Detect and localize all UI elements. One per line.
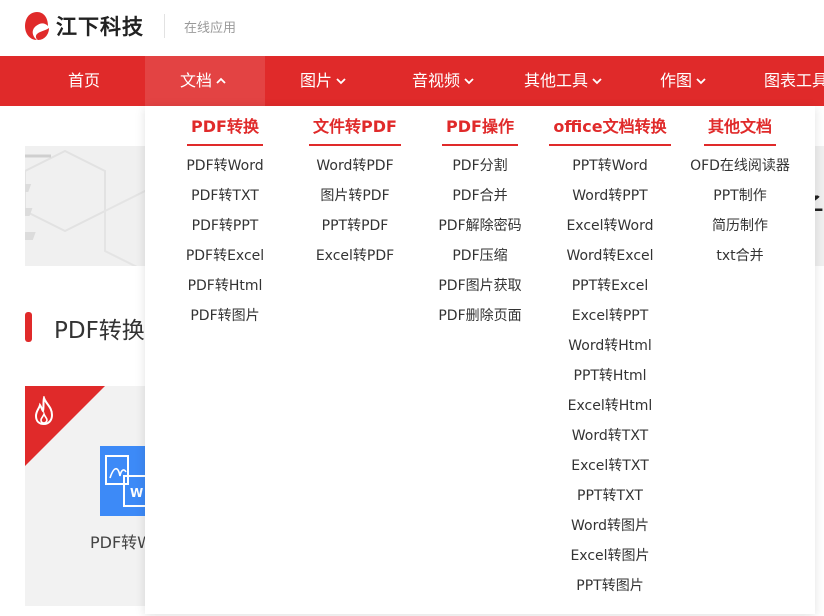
menu-item[interactable]: Excel转图片 xyxy=(540,541,680,571)
column-title[interactable]: 文件转PDF xyxy=(309,106,401,146)
menu-item[interactable]: Word转PPT xyxy=(540,181,680,211)
menu-item[interactable]: OFD在线阅读器 xyxy=(670,151,810,181)
menu-item[interactable]: PDF删除页面 xyxy=(410,301,550,331)
menu-item[interactable]: Excel转PPT xyxy=(540,301,680,331)
menu-item[interactable]: Word转图片 xyxy=(540,511,680,541)
chevron-down-icon xyxy=(336,78,346,85)
menu-item[interactable]: Excel转Html xyxy=(540,391,680,421)
menu-item[interactable]: Word转TXT xyxy=(540,421,680,451)
column-title[interactable]: PDF操作 xyxy=(442,106,518,146)
menu-item[interactable]: Excel转Word xyxy=(540,211,680,241)
menu-item[interactable]: PDF转Html xyxy=(155,271,295,301)
column-title[interactable]: 其他文档 xyxy=(703,106,776,146)
menu-item[interactable]: PDF转PPT xyxy=(155,211,295,241)
section-accent-bar xyxy=(25,312,32,342)
header-subtitle: 在线应用 xyxy=(184,21,237,36)
menu-item[interactable]: Excel转TXT xyxy=(540,451,680,481)
column-title[interactable]: PDF转换 xyxy=(187,106,263,146)
nav-item-drawing[interactable]: 作图 xyxy=(660,56,707,106)
nav-item-label: 图表工具 xyxy=(764,71,824,90)
menu-item[interactable]: PPT转TXT xyxy=(540,481,680,511)
menu-item[interactable]: 简历制作 xyxy=(670,211,810,241)
svg-text:W: W xyxy=(130,486,143,500)
nav-item-docs[interactable]: 文档 xyxy=(145,56,265,106)
menu-item[interactable]: PDF转图片 xyxy=(155,301,295,331)
menu-item[interactable]: Excel转PDF xyxy=(285,241,425,271)
nav-item-home[interactable]: 首页 xyxy=(68,56,100,106)
nav-item-label: 作图 xyxy=(660,71,693,90)
chevron-down-icon xyxy=(696,78,706,85)
menu-item[interactable]: Word转PDF xyxy=(285,151,425,181)
chevron-down-icon xyxy=(592,78,602,85)
menu-item[interactable]: PDF转TXT xyxy=(155,181,295,211)
menu-item[interactable]: PPT转Excel xyxy=(540,271,680,301)
header-divider xyxy=(164,14,165,38)
menu-item[interactable]: PDF转Excel xyxy=(155,241,295,271)
nav-item-chart-tools[interactable]: 图表工具 xyxy=(764,56,824,106)
nav-item-label: 图片 xyxy=(300,71,333,90)
nav-item-other-tools[interactable]: 其他工具 xyxy=(524,56,603,106)
menu-item[interactable]: PPT制作 xyxy=(670,181,810,211)
nav-item-label: 文档 xyxy=(180,71,213,90)
site-header: 江下科技 在线应用 xyxy=(0,0,824,56)
dropdown-column-other-docs: 其他文档 OFD在线阅读器 PPT制作 简历制作 txt合并 xyxy=(670,106,810,271)
menu-item[interactable]: PDF合并 xyxy=(410,181,550,211)
dropdown-column-office: office文档转换 PPT转Word Word转PPT Excel转Word … xyxy=(540,106,680,601)
nav-item-label: 首页 xyxy=(68,71,101,90)
menu-item[interactable]: PDF压缩 xyxy=(410,241,550,271)
menu-item[interactable]: PDF解除密码 xyxy=(410,211,550,241)
column-title[interactable]: office文档转换 xyxy=(549,106,671,146)
dropdown-column-pdf-convert: PDF转换 PDF转Word PDF转TXT PDF转PPT PDF转Excel… xyxy=(155,106,295,331)
menu-item[interactable]: PDF图片获取 xyxy=(410,271,550,301)
menu-item[interactable]: Word转Excel xyxy=(540,241,680,271)
nav-item-label: 音视频 xyxy=(412,71,461,90)
menu-item[interactable]: PPT转PDF xyxy=(285,211,425,241)
nav-item-images[interactable]: 图片 xyxy=(300,56,347,106)
pdf-to-word-icon: W xyxy=(100,446,146,516)
menu-item[interactable]: txt合并 xyxy=(670,241,810,271)
menu-item[interactable]: Word转Html xyxy=(540,331,680,361)
flame-icon xyxy=(34,396,54,426)
menu-item[interactable]: PPT转Html xyxy=(540,361,680,391)
menu-item[interactable]: PDF分割 xyxy=(410,151,550,181)
nav-item-media[interactable]: 音视频 xyxy=(412,56,475,106)
logo-icon[interactable] xyxy=(24,10,50,42)
menu-item[interactable]: PDF转Word xyxy=(155,151,295,181)
chevron-up-icon xyxy=(216,77,226,84)
chevron-down-icon xyxy=(464,78,474,85)
dropdown-column-to-pdf: 文件转PDF Word转PDF 图片转PDF PPT转PDF Excel转PDF xyxy=(285,106,425,271)
menu-item[interactable]: 图片转PDF xyxy=(285,181,425,211)
section-title: PDF转换 xyxy=(54,318,145,344)
dropdown-column-pdf-ops: PDF操作 PDF分割 PDF合并 PDF解除密码 PDF压缩 PDF图片获取 … xyxy=(410,106,550,331)
nav-item-label: 其他工具 xyxy=(524,71,589,90)
menu-item[interactable]: PPT转图片 xyxy=(540,571,680,601)
menu-item[interactable]: PPT转Word xyxy=(540,151,680,181)
brand-name[interactable]: 江下科技 xyxy=(56,11,144,41)
main-nav: 首页 文档 图片 音视频 其他工具 作图 图表工具 xyxy=(0,56,824,106)
